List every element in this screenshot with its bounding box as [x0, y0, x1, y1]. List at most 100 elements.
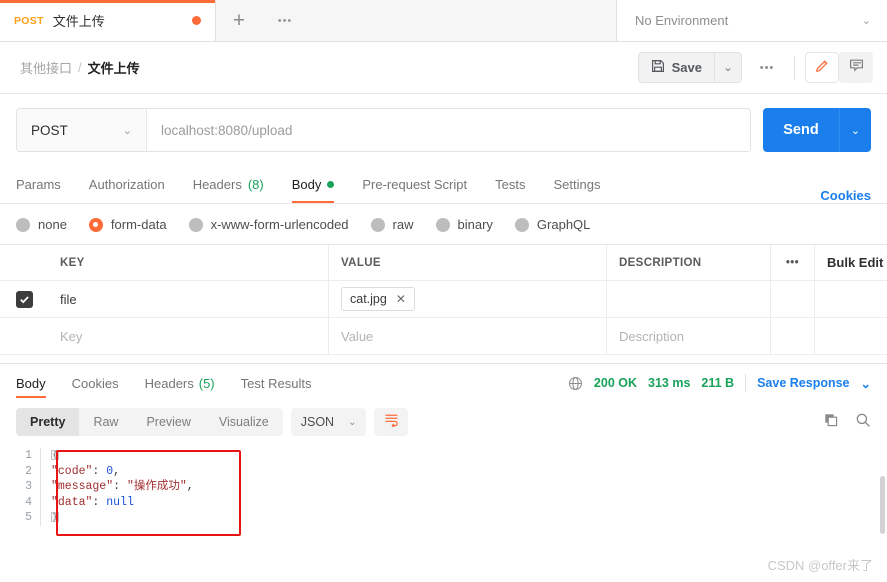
- tab-params-label: Params: [16, 176, 61, 192]
- response-section-tabs: Body Cookies Headers (5) Test Results 20…: [0, 364, 887, 402]
- tab-authorization-label: Authorization: [88, 176, 165, 192]
- tab-settings-label: Settings: [553, 176, 601, 192]
- json-colon: :: [92, 495, 107, 509]
- row-value-input[interactable]: Value: [329, 318, 607, 354]
- response-scrollbar[interactable]: [880, 476, 885, 534]
- tab-headers[interactable]: Headers (8): [179, 165, 278, 203]
- fold-open-brace[interactable]: {: [51, 449, 59, 460]
- chevron-down-icon: ⌄: [348, 416, 357, 428]
- edit-mode-button[interactable]: [805, 52, 839, 83]
- row-description-input[interactable]: Description: [607, 318, 771, 354]
- copy-icon[interactable]: [823, 412, 839, 433]
- request-section-tabs: Params Authorization Headers (8) Body Pr…: [0, 166, 887, 204]
- url-input[interactable]: localhost:8080/upload: [147, 109, 750, 151]
- response-tab-cookies[interactable]: Cookies: [59, 364, 132, 402]
- tab-tests-label: Tests: [495, 176, 526, 192]
- json-value-message-quote: ": [126, 480, 134, 493]
- comments-button[interactable]: [839, 52, 873, 83]
- viewer-mode-preview[interactable]: Preview: [132, 408, 204, 436]
- tab-pre-request-script[interactable]: Pre-request Script: [348, 165, 481, 203]
- body-type-x-www-form-urlencoded[interactable]: x-www-form-urlencoded: [188, 217, 349, 232]
- http-method-selector[interactable]: POST ⌄: [17, 109, 147, 151]
- breadcrumb-current: 文件上传: [87, 61, 140, 76]
- breadcrumb-separator: /: [78, 60, 82, 75]
- body-type-none[interactable]: none: [16, 217, 67, 232]
- body-type-graphql-label: GraphQL: [536, 217, 591, 232]
- response-tab-headers-label: Headers: [144, 375, 194, 391]
- header-key: KEY: [48, 245, 329, 280]
- response-tab-headers[interactable]: Headers (5): [132, 364, 228, 402]
- breadcrumb-parent[interactable]: 其他接口: [20, 58, 72, 77]
- chevron-down-icon: ⌄: [122, 124, 132, 137]
- save-button[interactable]: Save: [637, 52, 714, 83]
- tab-authorization[interactable]: Authorization: [75, 165, 179, 203]
- file-chip[interactable]: cat.jpg ✕: [341, 287, 415, 311]
- row-key-input[interactable]: Key: [48, 318, 329, 354]
- close-icon[interactable]: ✕: [396, 292, 406, 306]
- send-button[interactable]: Send: [763, 108, 839, 152]
- json-key-data: "data": [51, 495, 93, 509]
- tab-params[interactable]: Params: [16, 165, 75, 203]
- json-key-code: "code": [51, 464, 93, 478]
- response-tab-body[interactable]: Body: [16, 364, 59, 402]
- pencil-icon: [814, 57, 831, 79]
- wrap-lines-button[interactable]: [374, 408, 409, 436]
- form-data-table: KEY VALUE DESCRIPTION ••• Bulk Edit file…: [0, 244, 887, 355]
- line-number: 5: [25, 511, 32, 524]
- save-options-button[interactable]: ⌄: [714, 52, 742, 83]
- code-lines: { "code": 0, "message": "操作成功", "data": …: [40, 448, 194, 526]
- line-number: 2: [25, 464, 32, 478]
- bulk-edit-button[interactable]: Bulk Edit: [815, 245, 887, 280]
- radio-icon: [188, 217, 203, 232]
- radio-icon: [514, 217, 529, 232]
- body-type-radio-group: none form-data x-www-form-urlencoded raw…: [0, 204, 887, 244]
- watermark: CSDN @offer来了: [767, 558, 873, 573]
- cookies-link[interactable]: Cookies: [820, 188, 871, 203]
- table-options-icon[interactable]: •••: [771, 245, 815, 280]
- row-bulk-cell: [815, 281, 887, 317]
- json-code-block[interactable]: 1 2 3 4 5 { "code": 0, "message": "操作成功"…: [16, 448, 871, 526]
- environment-selector[interactable]: No Environment ⌄: [617, 0, 887, 41]
- request-more-options-icon[interactable]: •••: [750, 52, 784, 83]
- row-bulk-cell: [815, 318, 887, 354]
- row-value-cell[interactable]: cat.jpg ✕: [329, 281, 607, 317]
- body-type-form-data[interactable]: form-data: [88, 217, 167, 232]
- new-tab-button[interactable]: +: [216, 0, 262, 41]
- tab-settings[interactable]: Settings: [539, 165, 614, 203]
- code-line-1: {: [51, 448, 194, 464]
- fold-close-brace[interactable]: }: [51, 511, 59, 522]
- viewer-mode-visualize[interactable]: Visualize: [205, 408, 283, 436]
- row-description-placeholder: Description: [619, 328, 685, 344]
- body-type-raw-label: raw: [392, 217, 414, 232]
- line-number: 4: [25, 495, 32, 509]
- send-options-button[interactable]: ⌄: [839, 108, 871, 152]
- save-response-button[interactable]: Save Response: [757, 376, 849, 390]
- viewer-mode-raw[interactable]: Raw: [79, 408, 132, 436]
- request-tab-file-upload[interactable]: POST 文件上传: [0, 0, 216, 41]
- row-description-input[interactable]: [607, 281, 771, 317]
- row-checkbox[interactable]: [15, 290, 33, 308]
- tab-options-icon[interactable]: •••: [262, 0, 308, 41]
- body-type-raw[interactable]: raw: [370, 217, 414, 232]
- tab-body[interactable]: Body: [278, 165, 349, 203]
- wrap-lines-icon: [383, 412, 400, 432]
- status-divider: [745, 374, 747, 392]
- json-comma: ,: [113, 464, 121, 478]
- tab-body-label: Body: [291, 176, 322, 192]
- response-format-selector[interactable]: JSON ⌄: [290, 408, 367, 436]
- search-icon[interactable]: [855, 412, 871, 433]
- save-response-chevron-icon[interactable]: ⌄: [861, 376, 871, 391]
- viewer-mode-pretty[interactable]: Pretty: [16, 408, 80, 436]
- header-description: DESCRIPTION: [607, 245, 771, 280]
- chevron-down-icon: ⌄: [861, 15, 871, 27]
- row-key-input[interactable]: file: [48, 281, 329, 317]
- response-tab-cookies-label: Cookies: [71, 375, 119, 391]
- globe-icon: [568, 376, 583, 391]
- tab-tests[interactable]: Tests: [481, 165, 539, 203]
- save-button-label: Save: [671, 60, 702, 75]
- body-type-none-label: none: [38, 217, 67, 232]
- response-tab-test-results[interactable]: Test Results: [228, 364, 325, 402]
- body-type-binary[interactable]: binary: [435, 217, 493, 232]
- body-type-graphql[interactable]: GraphQL: [514, 217, 591, 232]
- response-divider: [0, 355, 887, 364]
